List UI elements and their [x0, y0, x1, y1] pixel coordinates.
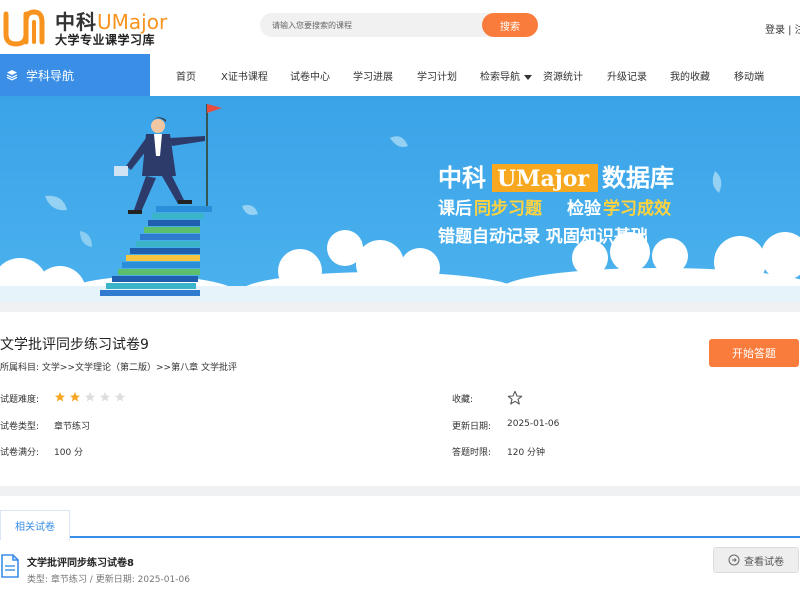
- search-input[interactable]: [260, 13, 480, 37]
- star-icon: [55, 392, 65, 402]
- banner-line2-c: 检验: [567, 198, 602, 219]
- nav-upgrade-log[interactable]: 升级记录: [607, 68, 647, 83]
- banner-title-post: 数据库: [602, 163, 674, 192]
- view-paper-label: 查看试卷: [744, 556, 784, 568]
- logo-tagline: 大学专业课学习库: [55, 33, 156, 47]
- tab-related-papers[interactable]: 相关试卷: [0, 510, 70, 540]
- auth-links: 登录 | 注: [765, 21, 800, 36]
- subject-nav-button[interactable]: 学科导航: [0, 54, 150, 96]
- promo-banner[interactable]: 中科 UMajor 数据库 课后 同步习题 检验 学习成效 错题自动记录 巩固知…: [0, 96, 800, 302]
- related-paper-meta: 类型: 章节练习 / 更新日期: 2025-01-06: [27, 572, 190, 585]
- related-separator: /: [86, 575, 96, 585]
- subject-nav-label: 学科导航: [26, 68, 75, 83]
- nav-search-nav[interactable]: 检索导航: [480, 68, 532, 83]
- subject-label: 所属科目:: [0, 363, 40, 373]
- start-answer-button[interactable]: 开始答题: [709, 339, 799, 367]
- register-link[interactable]: 注: [795, 25, 800, 36]
- type-label: 试卷类型:: [0, 422, 40, 432]
- paper-detail: 文学批评同步练习试卷9 所属科目: 文学>>文学理论（第二版）>>第八章 文学批…: [0, 312, 800, 486]
- arrow-circle-icon: [728, 554, 740, 566]
- star-icon: [70, 392, 80, 402]
- login-link[interactable]: 登录: [765, 25, 785, 36]
- nav-search-nav-label: 检索导航: [480, 72, 520, 83]
- layers-icon: [6, 70, 18, 81]
- paper-title: 文学批评同步练习试卷9: [0, 337, 149, 353]
- site-logo[interactable]: 中科UMajor 大学专业课学习库: [0, 4, 167, 48]
- score-label: 试卷满分:: [0, 448, 40, 458]
- time-limit-value: 120 分钟: [507, 448, 546, 458]
- banner-title-highlight: UMajor: [497, 166, 589, 192]
- related-papers: 相关试卷 文学批评同步练习试卷8 类型: 章节练习 / 更新日期: 2025-0…: [0, 496, 800, 600]
- difficulty-label: 试题难度:: [0, 395, 40, 405]
- related-tab-bar: 相关试卷: [0, 510, 800, 540]
- related-paper-title[interactable]: 文学批评同步练习试卷8: [27, 554, 134, 569]
- nav-favorites[interactable]: 我的收藏: [670, 68, 710, 83]
- nav-paper-center[interactable]: 试卷中心: [290, 68, 330, 83]
- related-date-label: 更新日期:: [95, 575, 135, 585]
- search-button[interactable]: 搜索: [482, 13, 538, 37]
- nav-progress[interactable]: 学习进展: [353, 68, 393, 83]
- time-limit-label: 答题时限:: [452, 448, 492, 458]
- related-type-label: 类型:: [27, 575, 49, 585]
- search-bar: 搜索: [260, 13, 538, 37]
- banner-line3: 错题自动记录 巩固知识基础: [438, 226, 648, 247]
- nav-x-certificate[interactable]: X证书课程: [221, 68, 268, 83]
- banner-title-pre: 中科: [438, 163, 486, 192]
- auth-separator: |: [785, 25, 795, 36]
- nav-mobile[interactable]: 移动端: [734, 68, 764, 83]
- nav-plan[interactable]: 学习计划: [417, 68, 457, 83]
- main-nav: 学科导航 首页 X证书课程 试卷中心 学习进展 学习计划 检索导航 资源统计 升…: [0, 54, 800, 96]
- favorite-label: 收藏:: [452, 395, 474, 405]
- banner-line2-b: 同步习题: [474, 198, 543, 219]
- banner-line2-d: 学习成效: [603, 198, 671, 219]
- nav-statistics[interactable]: 资源统计: [543, 68, 583, 83]
- star-icon: [115, 392, 125, 402]
- header: 中科UMajor 大学专业课学习库 搜索 登录 | 注: [0, 0, 800, 54]
- nav-home[interactable]: 首页: [176, 68, 196, 83]
- related-type-value: 章节练习: [50, 575, 87, 585]
- subject-path: 所属科目: 文学>>文学理论（第二版）>>第八章 文学批评: [0, 360, 237, 373]
- star-icon: [85, 392, 95, 402]
- related-date-value: 2025-01-06: [137, 575, 190, 585]
- star-outline-icon[interactable]: [507, 390, 523, 406]
- subject-path-link[interactable]: 文学>>文学理论（第二版）>>第八章 文学批评: [42, 363, 237, 373]
- type-value: 章节练习: [54, 422, 91, 432]
- star-icon: [100, 392, 110, 402]
- updated-value: 2025-01-06: [507, 419, 560, 429]
- score-value: 100 分: [54, 448, 84, 458]
- updated-label: 更新日期:: [452, 422, 492, 432]
- document-icon: [1, 554, 19, 578]
- logo-mark-icon: [3, 9, 45, 47]
- banner-line2-a: 课后: [438, 199, 472, 219]
- banner-art: 中科 UMajor 数据库 课后 同步习题 检验 学习成效 错题自动记录 巩固知…: [0, 96, 800, 302]
- difficulty-stars: [54, 391, 126, 403]
- view-paper-button[interactable]: 查看试卷: [713, 547, 799, 573]
- chevron-down-icon: [524, 74, 532, 80]
